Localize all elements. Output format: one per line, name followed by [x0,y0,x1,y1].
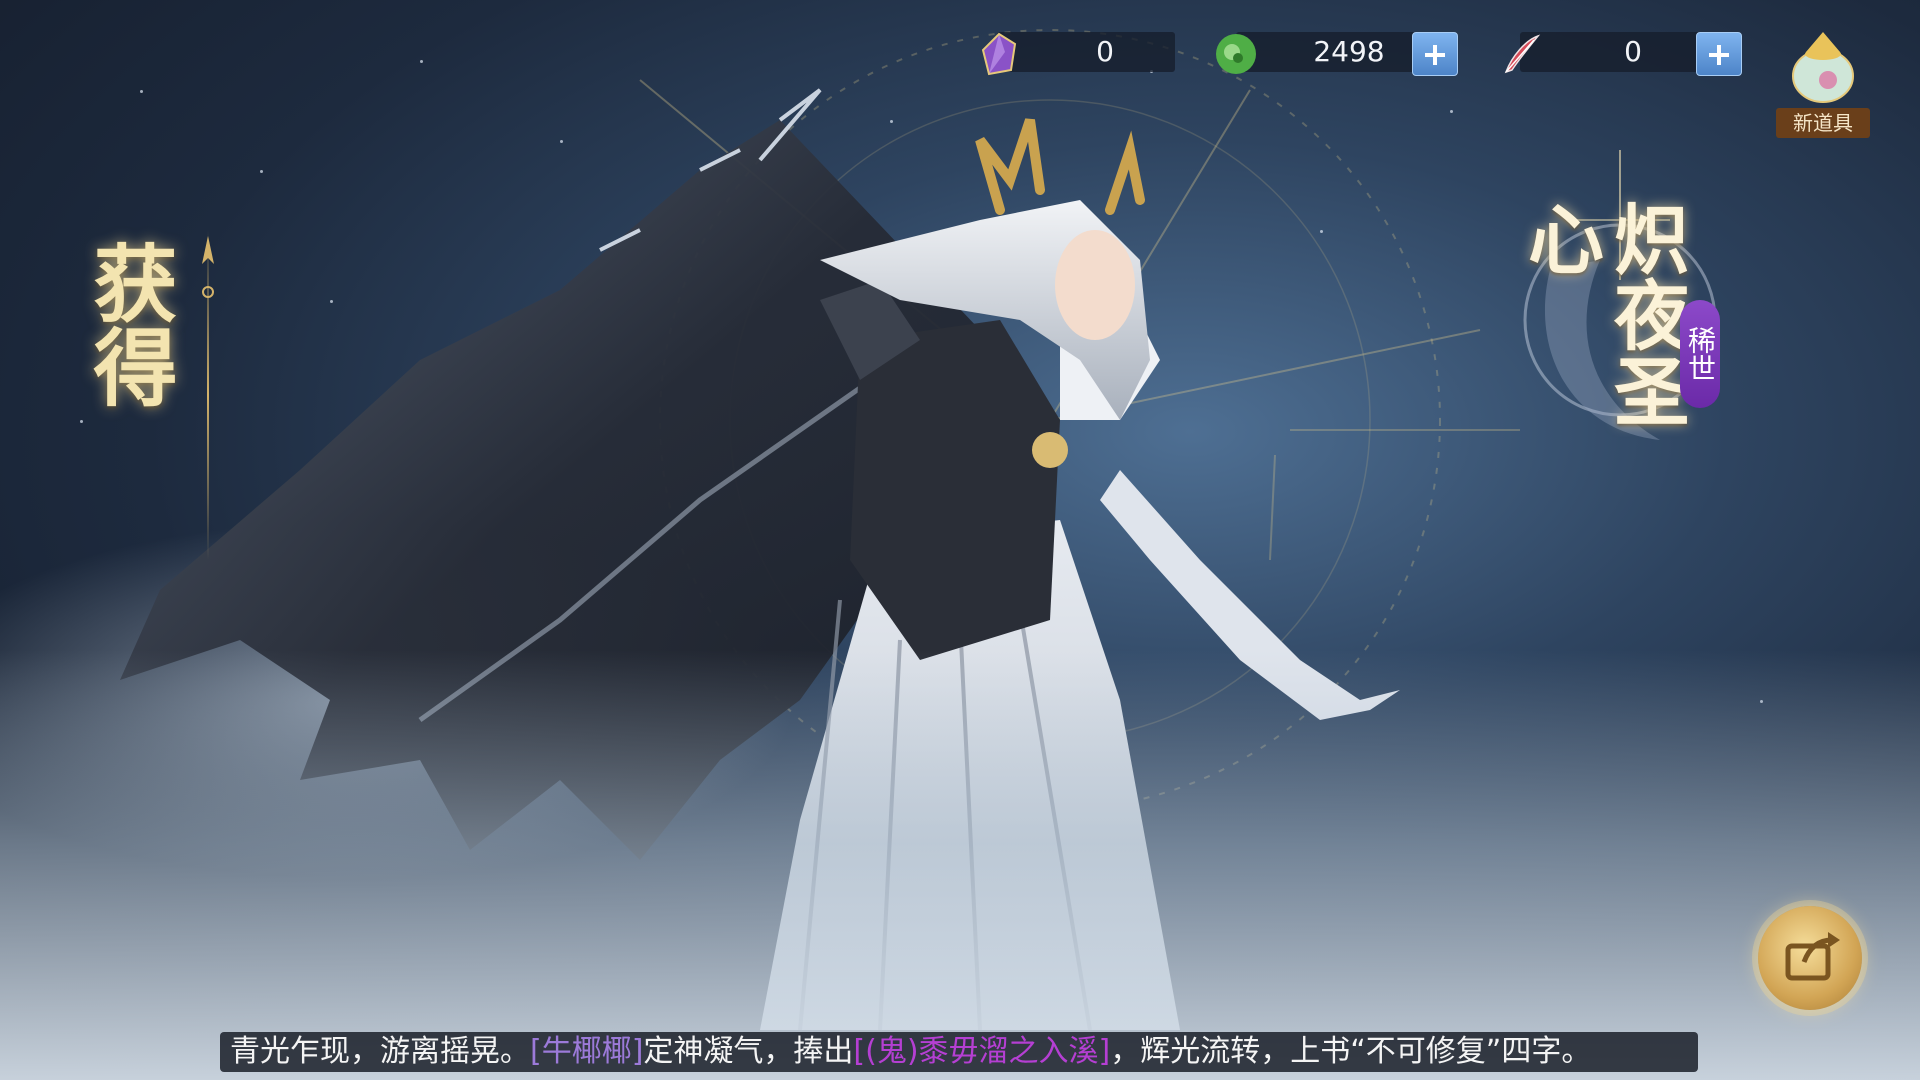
spear-ornament-icon [202,236,214,298]
add-feather-button[interactable] [1696,32,1742,76]
golden-horns [975,118,1145,215]
share-button[interactable] [1758,906,1862,1010]
costume-name: 炽夜圣心 [1515,200,1690,428]
subtitle-text: 青光乍现，游离摇晃。 [230,1034,530,1069]
jade-count: 2498 [1313,35,1385,68]
new-item-label: 新道具 [1776,108,1870,138]
obtained-title: 获得 [80,240,179,408]
new-item-button[interactable]: 新道具 [1776,22,1870,138]
face [1055,230,1135,340]
jade-resource: 2498 [1212,30,1467,76]
crystal-resource: 0 [975,30,1175,76]
subtitle-text: 定神凝气，捧出 [643,1034,854,1069]
share-icon [1785,932,1840,981]
add-jade-button[interactable] [1412,32,1458,76]
game-scene: 0 2498 0 新道具 获得 炽夜圣心 稀世 青光乍现，游离摇晃。[牛椰椰]定… [0,0,1920,1080]
feather-resource: 0 [1498,30,1758,76]
purple-crystal-icon [981,32,1017,76]
subtitle-text: ，辉光流转，上书“不可修复”四字。 [1110,1034,1592,1069]
dialogue-subtitle: 青光乍现，游离摇晃。[牛椰椰]定神凝气，捧出[(鬼)黍毋溜之入溪]，辉光流转，上… [220,1032,1698,1072]
feather-count: 0 [1624,35,1642,68]
green-jade-icon [1216,34,1256,74]
crystal-count: 0 [1096,35,1114,68]
treasure-pouch-icon [1792,32,1854,103]
subtitle-item-name: [(鬼)黍毋溜之入溪] [853,1034,1111,1069]
lower-mist [0,650,1920,1080]
red-feather-quill-icon [1504,34,1541,74]
rarity-badge: 稀世 [1680,300,1720,408]
subtitle-username: [牛椰椰] [530,1034,644,1069]
